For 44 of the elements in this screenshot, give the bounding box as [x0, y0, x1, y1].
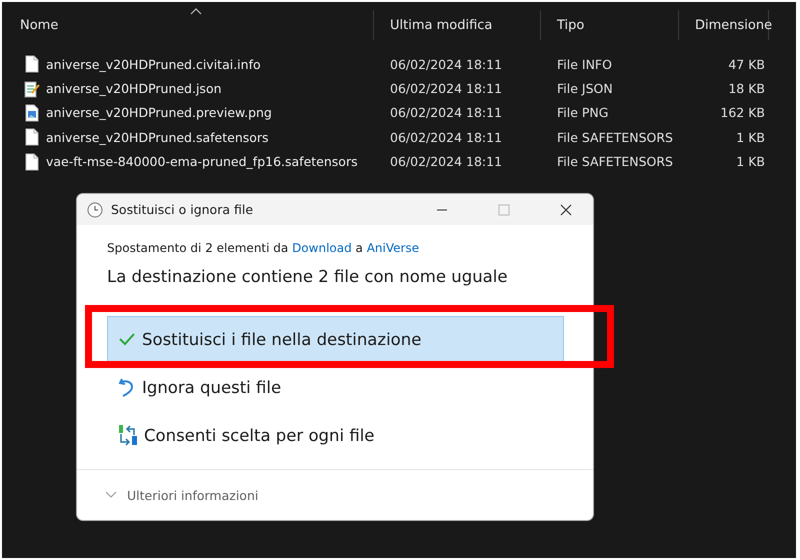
source-link[interactable]: Download	[292, 241, 352, 255]
modified-date: 06/02/2024 18:11	[389, 105, 504, 120]
notepad-icon	[24, 80, 40, 98]
file-type: File INFO	[556, 56, 613, 72]
file-size: 47 KB	[727, 56, 766, 72]
maximize-icon	[498, 204, 510, 216]
file-size: 162 KB	[719, 105, 766, 120]
destination-link[interactable]: AniVerse	[366, 241, 420, 255]
file-name[interactable]: aniverse_v20HDPruned.safetensors	[46, 130, 269, 145]
column-header[interactable]: Dimensione	[679, 10, 769, 40]
file-icon	[24, 152, 40, 171]
file-type: File JSON	[556, 81, 614, 96]
file-icon	[24, 55, 40, 74]
move-summary: Spostamento di 2 elementi da Download a AniVerse	[107, 241, 420, 255]
compare-icon	[118, 424, 138, 446]
modified-date: 06/02/2024 18:11	[389, 56, 504, 72]
undo-icon	[118, 377, 136, 397]
file-type: File SAFETENSORS	[556, 130, 674, 145]
file-name[interactable]: vae-ft-mse-840000-ema-pruned_fp16.safetensors	[46, 154, 358, 170]
clock-icon	[87, 202, 103, 218]
option-button[interactable]: Consenti scelta per ogni file	[107, 412, 564, 458]
modified-date: 06/02/2024 18:11	[389, 154, 504, 170]
window-title: Sostituisci o ignora file	[111, 202, 254, 217]
file-size: 1 KB	[735, 154, 766, 170]
file-size: 18 KB	[727, 81, 766, 96]
file-name[interactable]: aniverse_v20HDPruned.preview.png	[46, 105, 272, 120]
option-button[interactable]: Sostituisci i file nella destinazione	[107, 316, 564, 362]
option-button[interactable]: Ignora questi file	[107, 364, 564, 410]
more-info-button[interactable]: Ulteriori informazioni	[105, 488, 258, 502]
chevron-down-icon	[105, 491, 117, 499]
file-name[interactable]: aniverse_v20HDPruned.civitai.info	[46, 56, 261, 72]
file-name[interactable]: aniverse_v20HDPruned.json	[46, 81, 222, 96]
modified-date: 06/02/2024 18:11	[389, 130, 504, 145]
dialog-heading: La destinazione contiene 2 file con nome uguale	[107, 267, 509, 286]
file-type: File SAFETENSORS	[556, 154, 674, 170]
file-type: File PNG	[556, 105, 610, 120]
close-icon	[560, 204, 572, 216]
column-header[interactable]: Tipo	[541, 10, 679, 40]
column-header[interactable]: Nome	[2, 10, 374, 40]
image-file-icon	[24, 104, 40, 122]
file-size: 1 KB	[735, 130, 766, 145]
file-icon	[24, 128, 40, 146]
modified-date: 06/02/2024 18:11	[389, 81, 504, 96]
column-header[interactable]: Ultima modifica	[374, 10, 541, 40]
